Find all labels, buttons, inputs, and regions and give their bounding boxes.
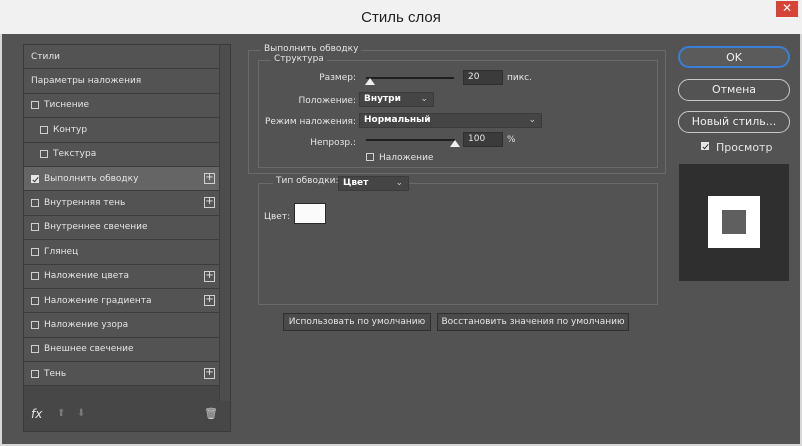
sidebar-item[interactable]: Внутреннее свечение [24,215,221,241]
overprint-label: Наложение [379,153,434,163]
preview-checkbox[interactable] [701,142,709,150]
window-border-left [0,34,2,446]
sidebar-item[interactable]: Наложение узора [24,313,221,338]
cancel-button[interactable]: Отмена [678,79,790,101]
sidebar-item[interactable]: Глянец [24,240,221,265]
sidebar-item-label: Стили [31,51,60,62]
sidebar-item[interactable]: Тень + [24,362,221,387]
fill-type-group [258,183,658,305]
sidebar-item-checkbox[interactable] [31,296,39,305]
fx-icon[interactable]: fx [31,407,42,421]
sidebar-item-label: Наложение цвета [44,271,130,282]
sidebar-item-checkbox[interactable] [31,369,39,378]
sidebar-item[interactable]: Параметры наложения [24,69,221,94]
sidebar-item-checkbox[interactable] [31,174,39,183]
sidebar-item-label: Тиснение [44,100,89,111]
opacity-slider[interactable] [366,139,455,141]
styles-toolbar: fx ⬆ ⬇ 🗑 [24,399,230,431]
sidebar-item-label: Параметры наложения [31,76,142,87]
preview-label: Просмотр [716,141,773,154]
sidebar-item-checkbox[interactable] [40,125,48,134]
opacity-unit: % [507,135,516,145]
ok-button[interactable]: OK [678,46,790,68]
close-button[interactable]: ✕ [776,1,798,17]
opacity-slider-thumb[interactable] [450,140,460,147]
add-effect-icon[interactable]: + [204,197,215,209]
fill-type-value: Цвет [343,178,369,188]
opacity-input[interactable]: 100 [463,132,503,147]
styles-panel: Стили Параметры наложения Тиснение Контур Те… [23,44,231,432]
move-up-icon[interactable]: ⬆ [57,408,65,419]
reset-default-button[interactable]: Восстановить значения по умолчанию [437,313,629,331]
add-effect-icon[interactable]: + [204,368,215,380]
sidebar-item[interactable]: Выполнить обводку + [24,166,221,192]
size-input[interactable]: 20 [463,70,503,85]
add-effect-icon[interactable]: + [204,294,215,306]
sidebar-item[interactable]: Внутренняя тень + [24,191,221,216]
preview-outer-square [708,196,760,248]
sidebar-item-label: Текстура [53,149,97,160]
blend-mode-value: Нормальный [364,115,431,125]
position-dropdown[interactable]: Внутри ⌄ [359,92,434,107]
sidebar-item-checkbox[interactable] [31,345,39,354]
add-effect-icon[interactable]: + [204,270,215,282]
preview-thumbnail [679,164,789,281]
sidebar-item-label: Наложение градиента [44,295,152,306]
sidebar-item[interactable]: Контур [24,118,221,143]
styles-scrollbar[interactable] [219,45,230,401]
color-label: Цвет: [264,212,291,222]
sidebar-item-label: Наложение узора [44,319,129,330]
sidebar-item-checkbox[interactable] [31,223,39,232]
move-down-icon[interactable]: ⬇ [77,408,85,419]
opacity-label: Непрозр.: [310,138,356,148]
trash-icon[interactable]: 🗑 [204,407,218,420]
sidebar-item-checkbox[interactable] [40,150,48,159]
sidebar-item[interactable]: Внешнее свечение [24,337,221,363]
sidebar-item[interactable]: Текстура [24,142,221,167]
sidebar-item-label: Глянец [44,246,79,257]
sidebar-item[interactable]: Стили [24,45,221,70]
sidebar-item-label: Контур [53,124,88,135]
sidebar-item[interactable]: Наложение цвета + [24,264,221,289]
sidebar-item-checkbox[interactable] [31,247,39,256]
size-label: Размер: [319,73,356,83]
styles-list: Стили Параметры наложения Тиснение Контур Те… [24,45,221,387]
stroke-group-title: Выполнить обводку [261,44,362,54]
use-default-button[interactable]: Использовать по умолчанию [283,313,431,331]
sidebar-item-label: Внутренняя тень [44,198,126,209]
sidebar-item-checkbox[interactable] [31,272,39,281]
blend-mode-label: Режим наложения: [264,117,356,127]
sidebar-item-label: Внешнее свечение [44,344,134,355]
size-unit: пикс. [507,73,532,83]
size-slider[interactable] [366,77,454,79]
fill-type-dropdown[interactable]: Цвет ⌄ [338,176,409,191]
structure-group-title: Структура [271,54,327,64]
chevron-down-icon: ⌄ [528,115,536,125]
sidebar-item-checkbox[interactable] [31,101,39,110]
title-bar: Стиль слоя ✕ [0,0,802,34]
sidebar-item-label: Тень [44,368,67,379]
overprint-checkbox[interactable] [366,153,374,161]
add-effect-icon[interactable]: + [204,172,215,184]
position-label: Положение: [298,96,356,106]
stroke-color-swatch[interactable] [294,203,326,224]
blend-mode-dropdown[interactable]: Нормальный ⌄ [359,113,542,128]
sidebar-item-checkbox[interactable] [31,199,39,208]
window-title: Стиль слоя [361,9,441,26]
sidebar-item-label: Внутреннее свечение [44,222,148,233]
sidebar-item-label: Выполнить обводку [44,173,139,184]
sidebar-item[interactable]: Наложение градиента + [24,288,221,314]
size-slider-thumb[interactable] [365,78,376,85]
chevron-down-icon: ⌄ [395,178,403,188]
position-value: Внутри [364,94,401,104]
chevron-down-icon: ⌄ [420,94,428,104]
sidebar-item-checkbox[interactable] [31,320,39,329]
sidebar-item[interactable]: Тиснение [24,93,221,119]
new-style-button[interactable]: Новый стиль... [678,111,790,133]
preview-inner-square [722,210,746,234]
